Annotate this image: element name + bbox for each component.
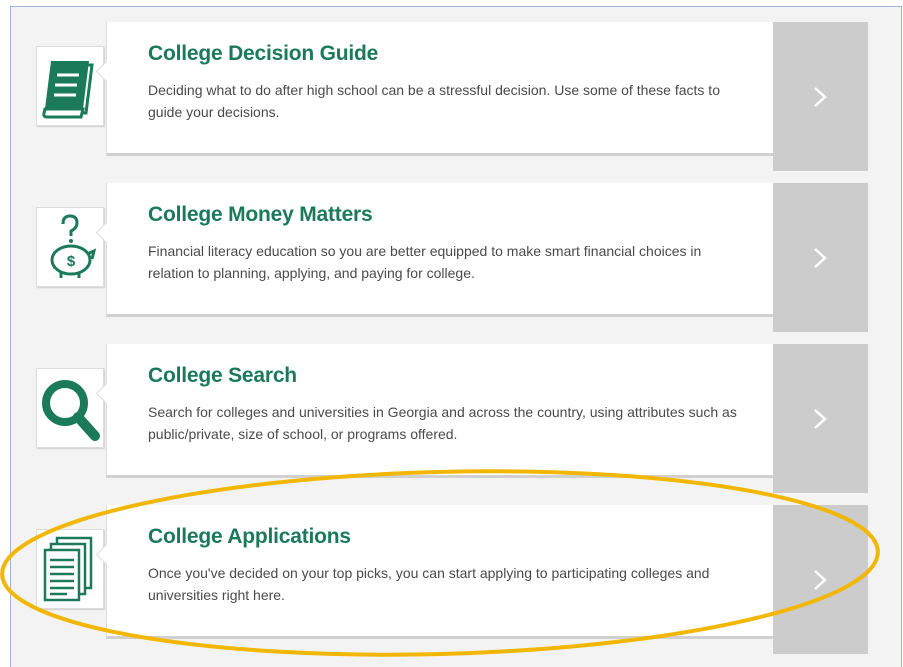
card-panel[interactable]: College Money Matters Financial literacy… <box>95 183 774 317</box>
chevron-right-icon <box>814 87 827 107</box>
chevron-right-icon <box>814 248 827 268</box>
card-description: Once you've decided on your top picks, y… <box>148 565 710 603</box>
card-title[interactable]: College Search <box>148 364 297 388</box>
card-title[interactable]: College Decision Guide <box>148 42 378 66</box>
card-title[interactable]: College Applications <box>148 525 351 549</box>
card-description: Financial literacy education so you are … <box>148 243 702 281</box>
card-arrow-button[interactable] <box>773 344 868 493</box>
card-college-decision-guide[interactable]: College Decision Guide Deciding what to … <box>0 22 903 174</box>
chevron-right-icon <box>814 570 827 590</box>
card-college-money-matters[interactable]: $ College Money Matters Financial litera… <box>0 183 903 335</box>
card-arrow-button[interactable] <box>773 22 868 171</box>
card-panel[interactable]: College Search Search for colleges and u… <box>95 344 774 478</box>
card-icon-tile <box>36 46 104 126</box>
card-arrow-button[interactable] <box>773 505 868 654</box>
chevron-right-icon <box>814 409 827 429</box>
svg-text:$: $ <box>67 253 76 270</box>
card-description: Deciding what to do after high school ca… <box>148 82 720 120</box>
book-icon <box>42 61 94 119</box>
card-arrow-button[interactable] <box>773 183 868 332</box>
card-panel[interactable]: College Decision Guide Deciding what to … <box>95 22 774 156</box>
magnifier-icon <box>42 380 100 441</box>
card-title[interactable]: College Money Matters <box>148 203 373 227</box>
card-college-search[interactable]: College Search Search for colleges and u… <box>0 344 903 496</box>
card-college-applications[interactable]: College Applications Once you've decided… <box>0 505 903 657</box>
card-description: Search for colleges and universities in … <box>148 404 737 442</box>
card-icon-tile <box>36 368 104 448</box>
card-panel[interactable]: College Applications Once you've decided… <box>95 505 774 639</box>
card-icon-tile: $ <box>36 207 104 287</box>
piggy-bank-icon: $ <box>50 214 97 278</box>
documents-icon <box>43 536 93 602</box>
card-icon-tile <box>36 529 104 609</box>
